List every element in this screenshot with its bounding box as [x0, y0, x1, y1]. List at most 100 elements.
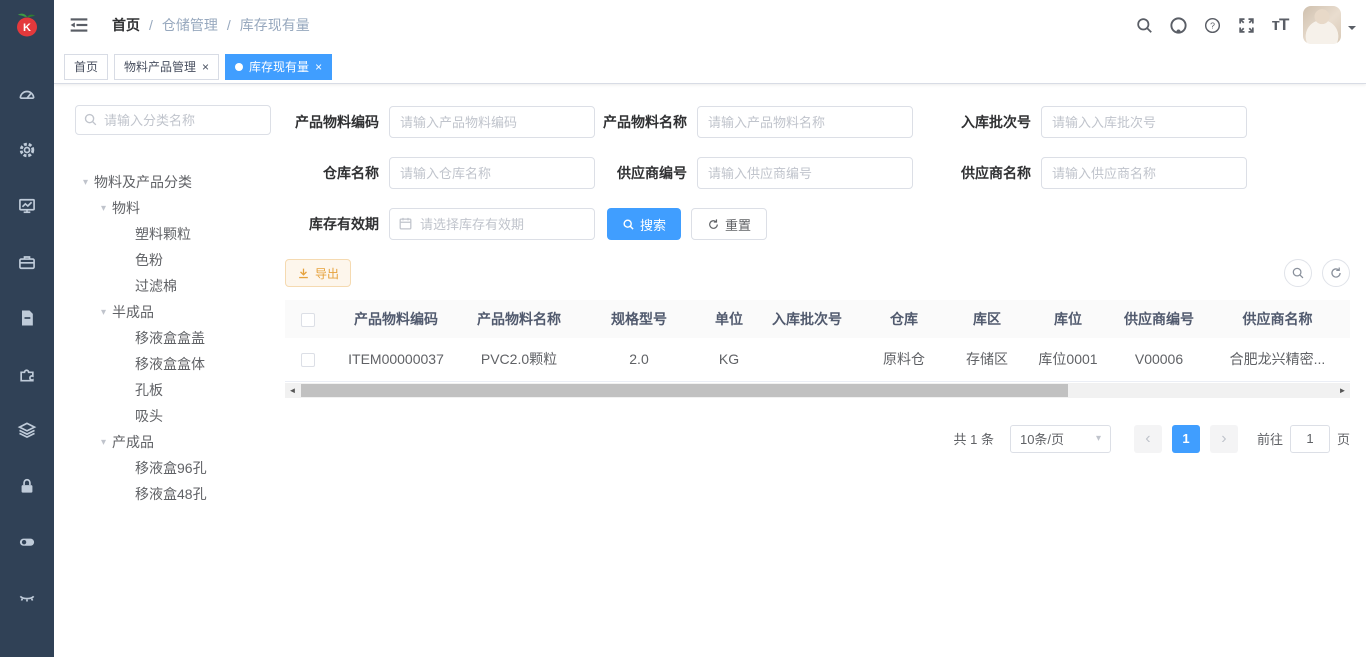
scroll-right-arrow-icon[interactable]: ► [1335, 383, 1350, 398]
show-search-toggle-button[interactable] [1284, 259, 1312, 287]
briefcase-icon [17, 252, 37, 272]
inventory-table: 产品物料编码 产品物料名称 规格型号 单位 入库批次号 仓库 库区 库位 供应商… [285, 300, 1350, 382]
column-header: 库位 [1023, 300, 1113, 338]
jump-page-input[interactable] [1290, 425, 1330, 453]
chevron-down-icon[interactable]: ▾ [101, 437, 106, 448]
item-code-input[interactable] [389, 106, 595, 138]
user-avatar[interactable] [1303, 6, 1341, 44]
page-number-1[interactable]: 1 [1172, 425, 1200, 453]
github-link-button[interactable] [1161, 5, 1195, 45]
sidebar-item-production[interactable] [0, 346, 54, 402]
inbound-batch-input[interactable] [1041, 106, 1247, 138]
table-header-row: 产品物料编码 产品物料名称 规格型号 单位 入库批次号 仓库 库区 库位 供应商… [285, 300, 1350, 338]
sidebar-item-dashboard[interactable] [0, 66, 54, 122]
tree-node-semi-finished[interactable]: ▾ 半成品 [75, 299, 277, 325]
tags-view-bar: 首页 物料产品管理 × 库存现有量 × [54, 50, 1366, 84]
tree-node-label: 移液盒盒体 [135, 354, 205, 374]
export-button[interactable]: 导出 [285, 259, 351, 287]
close-icon[interactable]: × [202, 61, 209, 73]
tree-node-pipette-tip[interactable]: 吸头 [75, 403, 277, 429]
tree-node-label: 物料 [112, 198, 140, 218]
tree-node-label: 过滤棉 [135, 276, 177, 296]
jump-prefix-label: 前往 [1257, 429, 1283, 448]
fullscreen-button[interactable] [1229, 5, 1263, 45]
select-all-checkbox[interactable] [301, 313, 315, 327]
tree-node-material[interactable]: ▾ 物料 [75, 195, 277, 221]
tree-node-pigment[interactable]: 色粉 [75, 247, 277, 273]
help-doc-button[interactable]: ? [1195, 5, 1229, 45]
sidebar-item-warehouse[interactable] [0, 402, 54, 458]
tab-home[interactable]: 首页 [64, 54, 108, 80]
tree-node-box-48[interactable]: 移液盒48孔 [75, 481, 277, 507]
table-horizontal-scrollbar[interactable]: ◄ ► [285, 383, 1350, 398]
close-icon[interactable]: × [315, 61, 322, 73]
tree-node-box-lid[interactable]: 移液盒盒盖 [75, 325, 277, 351]
column-header: 入库批次号 [757, 300, 857, 338]
tree-node-label: 移液盒盒盖 [135, 328, 205, 348]
page-size-select[interactable]: 10条/页 ▾ [1010, 425, 1111, 453]
column-header: 供应商编号 [1113, 300, 1205, 338]
tab-inventory-onhand[interactable]: 库存现有量 × [225, 54, 332, 80]
download-icon [297, 267, 310, 280]
tree-node-finished[interactable]: ▾ 产成品 [75, 429, 277, 455]
tree-node-plastic-pellets[interactable]: 塑料颗粒 [75, 221, 277, 247]
tab-label: 物料产品管理 [124, 58, 196, 75]
field-label: 供应商编号 [595, 163, 697, 183]
warehouse-name-input[interactable] [389, 157, 595, 189]
document-icon [17, 308, 37, 328]
field-label: 仓库名称 [285, 163, 389, 183]
sidebar-item-orders[interactable] [0, 290, 54, 346]
chevron-down-icon[interactable]: ▾ [101, 307, 106, 318]
svg-text:K: K [23, 22, 31, 34]
question-circle-icon: ? [1203, 16, 1222, 35]
sidebar-item-switch-config[interactable] [0, 514, 54, 570]
refresh-table-button[interactable] [1322, 259, 1350, 287]
prev-page-button[interactable]: ‹ [1134, 425, 1162, 453]
table-row[interactable]: ITEM00000037 PVC2.0颗粒 2.0 KG 原料仓 存储区 库位0… [285, 338, 1350, 381]
category-tree: ▾ 物料及产品分类 ▾ 物料 塑料颗粒 色粉 过滤棉 ▾ 半成品 移液盒盒盖 [75, 169, 277, 507]
scroll-left-arrow-icon[interactable]: ◄ [285, 383, 300, 398]
gauge-icon [17, 84, 37, 104]
search-icon [622, 218, 635, 231]
export-button-label: 导出 [315, 265, 339, 282]
app-logo[interactable]: K [0, 0, 54, 50]
cell-location: 库位0001 [1023, 338, 1113, 381]
avatar-dropdown-caret-icon[interactable] [1348, 26, 1356, 34]
tree-node-label: 移液盒48孔 [135, 484, 207, 504]
sidebar-item-basic-data[interactable] [0, 234, 54, 290]
sidebar-item-system-settings[interactable] [0, 122, 54, 178]
tree-node-box-body[interactable]: 移液盒盒体 [75, 351, 277, 377]
github-icon [1169, 16, 1188, 35]
chevron-down-icon: ▾ [1096, 433, 1101, 444]
sidebar-item-hidden-menu[interactable] [0, 570, 54, 626]
tree-node-label: 半成品 [112, 302, 154, 322]
collapse-sidebar-button[interactable] [54, 0, 104, 50]
tree-node-filter-cotton[interactable]: 过滤棉 [75, 273, 277, 299]
supplier-name-input[interactable] [1041, 157, 1247, 189]
row-checkbox[interactable] [301, 353, 315, 367]
search-button[interactable]: 搜索 [607, 208, 681, 240]
chevron-down-icon[interactable]: ▾ [83, 177, 88, 188]
reset-button[interactable]: 重置 [691, 208, 767, 240]
tree-node-box-96[interactable]: 移液盒96孔 [75, 455, 277, 481]
supplier-code-input[interactable] [697, 157, 913, 189]
category-search-input[interactable] [75, 105, 271, 135]
chevron-down-icon[interactable]: ▾ [101, 203, 106, 214]
fullscreen-icon [1237, 16, 1256, 35]
column-header: 单位 [701, 300, 757, 338]
next-page-button[interactable]: › [1210, 425, 1238, 453]
tree-node-root[interactable]: ▾ 物料及产品分类 [75, 169, 277, 195]
pagination: 共 1 条 10条/页 ▾ ‹ 1 › 前往 页 [285, 425, 1350, 453]
sidebar-item-monitor-analysis[interactable] [0, 178, 54, 234]
item-name-input[interactable] [697, 106, 913, 138]
header-search-button[interactable] [1127, 5, 1161, 45]
reset-button-label: 重置 [725, 215, 751, 234]
tree-node-well-plate[interactable]: 孔板 [75, 377, 277, 403]
scrollbar-thumb[interactable] [301, 384, 1068, 397]
expiry-date-input[interactable] [389, 208, 595, 240]
tab-material-product-mgmt[interactable]: 物料产品管理 × [114, 54, 219, 80]
breadcrumb-home[interactable]: 首页 [112, 15, 140, 35]
sidebar-item-permissions[interactable] [0, 458, 54, 514]
cell-item-name: PVC2.0颗粒 [461, 338, 577, 381]
font-size-button[interactable]: тT [1263, 5, 1297, 45]
